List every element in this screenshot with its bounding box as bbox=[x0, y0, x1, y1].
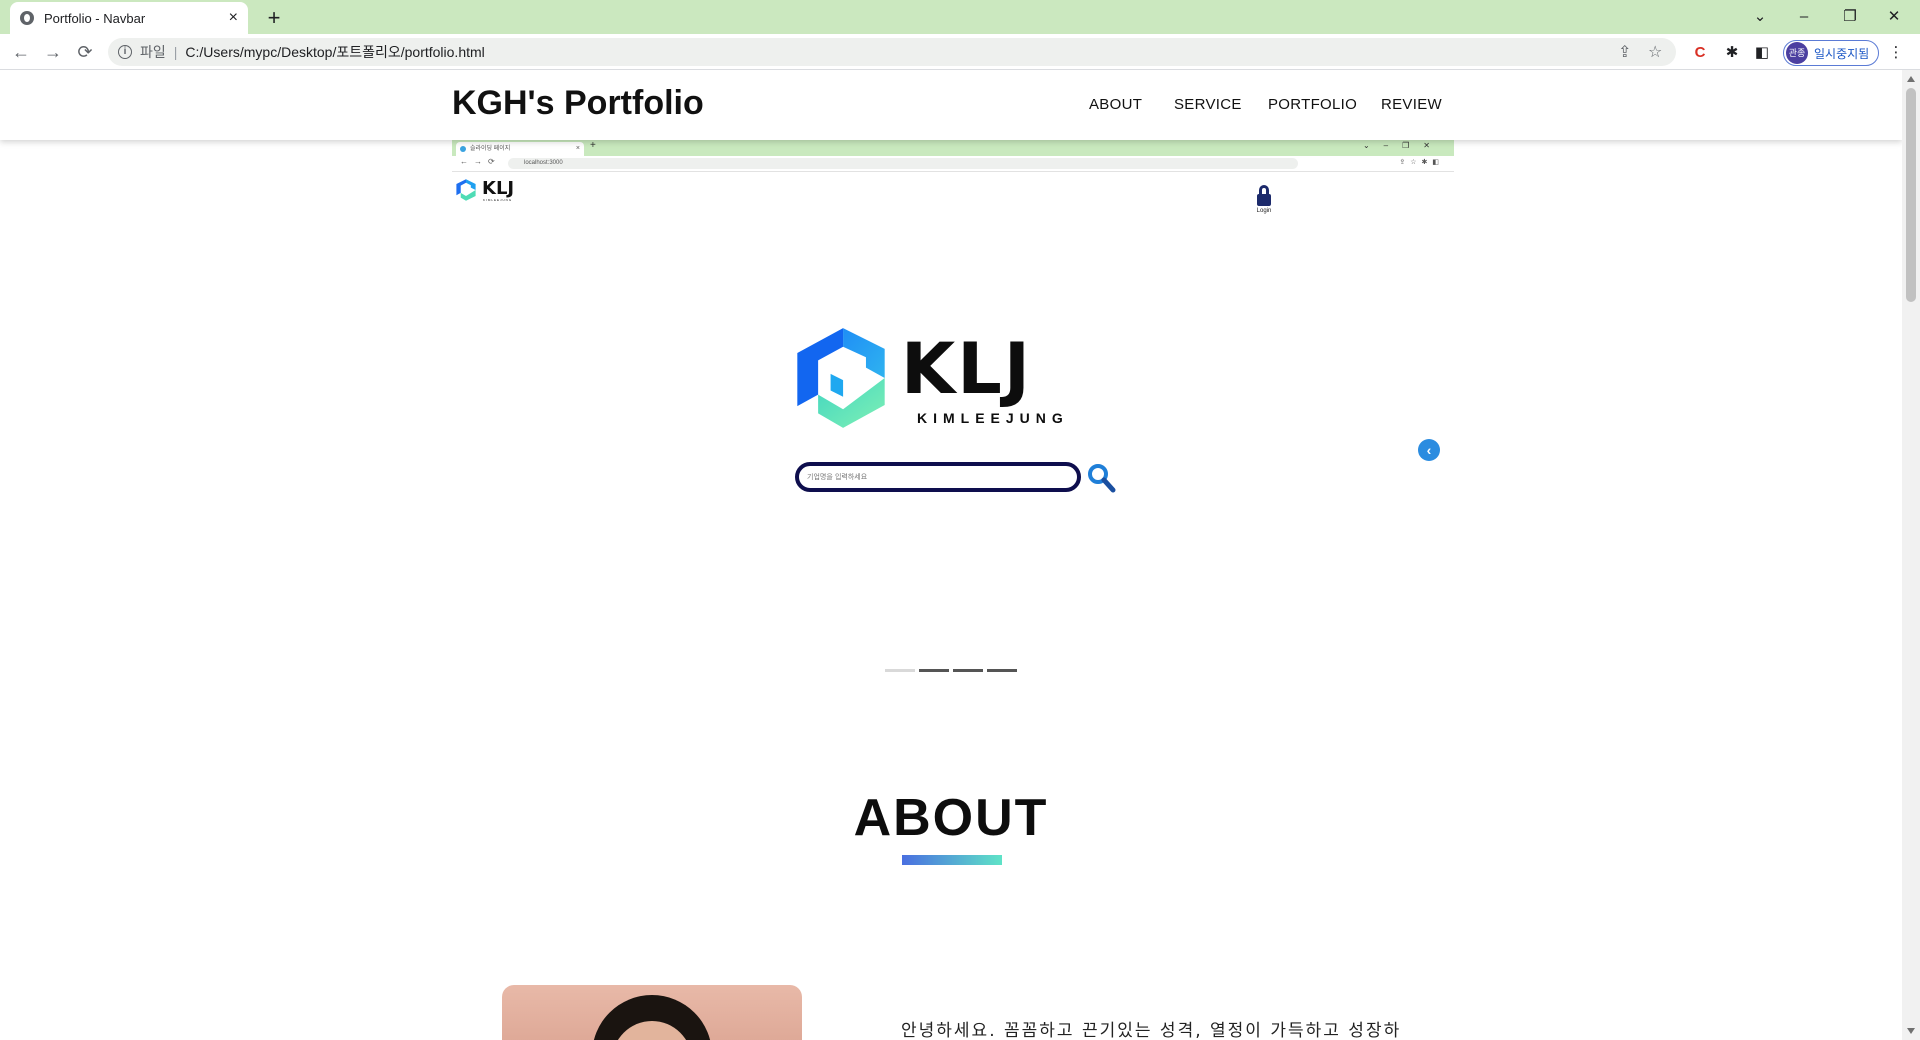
carousel-prev-button[interactable]: ‹ bbox=[1418, 439, 1440, 461]
browser-toolbar: ← → ⟳ i 파일 | C:/Users/mypc/Desktop/포트폴리오… bbox=[0, 34, 1920, 70]
profile-status: 일시중지됨 bbox=[1814, 46, 1870, 61]
url-scheme-label: 파일 bbox=[140, 44, 166, 60]
url-separator: | bbox=[173, 44, 178, 60]
reload-icon[interactable]: ⟳ bbox=[72, 39, 98, 65]
title-underline bbox=[902, 855, 1002, 865]
forward-icon[interactable]: → bbox=[40, 39, 66, 65]
embedded-new-tab-icon: + bbox=[590, 140, 596, 151]
logo-text: KLJ bbox=[901, 328, 1032, 410]
login-label: Login bbox=[1256, 208, 1272, 214]
site-navbar: KGH's Portfolio ABOUT SERVICE PORTFOLIO … bbox=[0, 70, 1902, 140]
nav-service[interactable]: SERVICE bbox=[1174, 96, 1242, 113]
embedded-logo-subtext: KIMLEEJUNG bbox=[483, 198, 513, 202]
embedded-address-bar: localhost:3000 bbox=[508, 158, 1298, 169]
page-viewport: KGH's Portfolio ABOUT SERVICE PORTFOLIO … bbox=[0, 70, 1902, 1040]
cube-logo-icon bbox=[456, 179, 476, 201]
browser-tab[interactable]: Portfolio - Navbar × bbox=[10, 2, 248, 34]
embedded-site-logo: KLJ KIMLEEJUNG bbox=[452, 176, 532, 206]
more-menu-icon[interactable]: ⋮ bbox=[1886, 43, 1906, 63]
scrollbar-thumb[interactable] bbox=[1906, 88, 1916, 302]
tab-search-icon[interactable]: ⌄ bbox=[1742, 4, 1778, 30]
company-search-field[interactable] bbox=[795, 462, 1081, 492]
section-title-about: ABOUT bbox=[853, 789, 1049, 847]
info-icon[interactable]: i bbox=[118, 45, 132, 59]
back-icon[interactable]: ← bbox=[8, 39, 34, 65]
brand-logo[interactable]: KGH's Portfolio bbox=[452, 84, 704, 123]
embedded-nav-icons: ←→⟳ bbox=[460, 157, 501, 166]
login-button: Login bbox=[1252, 185, 1276, 214]
url-text[interactable]: C:/Users/mypc/Desktop/포트폴리오/portfolio.ht… bbox=[185, 42, 484, 62]
embedded-window-controls: ⌄–❐✕ bbox=[1362, 141, 1444, 150]
tab-close-icon[interactable]: × bbox=[229, 9, 238, 27]
klj-logo: KLJ KIMLEEJUNG bbox=[789, 326, 1089, 436]
search-icon[interactable] bbox=[1086, 462, 1116, 494]
browser-tab-strip: Portfolio - Navbar × + ⌄ – ❐ ✕ bbox=[0, 0, 1920, 34]
carousel-indicators bbox=[885, 669, 1017, 672]
carousel-indicator[interactable] bbox=[987, 669, 1017, 672]
embedded-tab-title: 슬라이딩 페이지 bbox=[470, 146, 511, 152]
carousel-indicator[interactable] bbox=[953, 669, 983, 672]
globe-icon bbox=[20, 11, 34, 25]
minimize-button[interactable]: – bbox=[1786, 4, 1822, 30]
scroll-down-icon[interactable] bbox=[1907, 1028, 1915, 1034]
page-scrollbar[interactable] bbox=[1902, 70, 1920, 1040]
carousel-indicator[interactable] bbox=[919, 669, 949, 672]
nav-portfolio[interactable]: PORTFOLIO bbox=[1268, 96, 1357, 113]
restore-button[interactable]: ❐ bbox=[1832, 4, 1868, 30]
embedded-browser-tabbar: 슬라이딩 페이지 × + ⌄–❐✕ bbox=[452, 140, 1454, 156]
bookmark-star-icon[interactable]: ☆ bbox=[1648, 42, 1662, 62]
lock-icon bbox=[1257, 185, 1271, 206]
tab-title: Portfolio - Navbar bbox=[44, 10, 146, 26]
address-bar[interactable]: i 파일 | C:/Users/mypc/Desktop/포트폴리오/portf… bbox=[108, 38, 1676, 66]
about-intro-text: 안녕하세요. 꼼꼼하고 끈기있는 성격, 열정이 가득하고 성장하 bbox=[901, 1021, 1402, 1040]
embedded-close-icon: × bbox=[575, 145, 580, 152]
nav-about[interactable]: ABOUT bbox=[1089, 96, 1142, 113]
nav-review[interactable]: REVIEW bbox=[1381, 96, 1442, 113]
extension-icon[interactable]: C bbox=[1690, 43, 1710, 63]
embedded-browser-toolbar: ←→⟳ localhost:3000 ⇪☆✱◧ bbox=[452, 156, 1454, 172]
embedded-logo-text: KLJ bbox=[482, 178, 515, 199]
side-panel-icon[interactable]: ◧ bbox=[1752, 43, 1772, 63]
profile-button[interactable]: 관종 일시중지됨 bbox=[1783, 40, 1879, 66]
scroll-up-icon[interactable] bbox=[1907, 76, 1915, 82]
share-icon[interactable]: ⇪ bbox=[1618, 42, 1631, 62]
profile-photo bbox=[502, 985, 802, 1040]
cube-logo-icon bbox=[797, 328, 885, 428]
new-tab-button[interactable]: + bbox=[260, 4, 288, 32]
carousel-indicator[interactable] bbox=[885, 669, 915, 672]
puzzle-icon[interactable]: ✱ bbox=[1722, 43, 1742, 63]
carousel-slide: 슬라이딩 페이지 × + ⌄–❐✕ ←→⟳ localhost:3000 ⇪☆✱… bbox=[452, 140, 1454, 680]
avatar: 관종 bbox=[1786, 42, 1808, 64]
embedded-toolbar-icons: ⇪☆✱◧ bbox=[1399, 159, 1444, 166]
search-input[interactable] bbox=[807, 468, 1067, 486]
embedded-tab: 슬라이딩 페이지 × bbox=[456, 142, 584, 156]
logo-subtext: KIMLEEJUNG bbox=[917, 410, 1069, 426]
close-window-button[interactable]: ✕ bbox=[1876, 4, 1912, 30]
